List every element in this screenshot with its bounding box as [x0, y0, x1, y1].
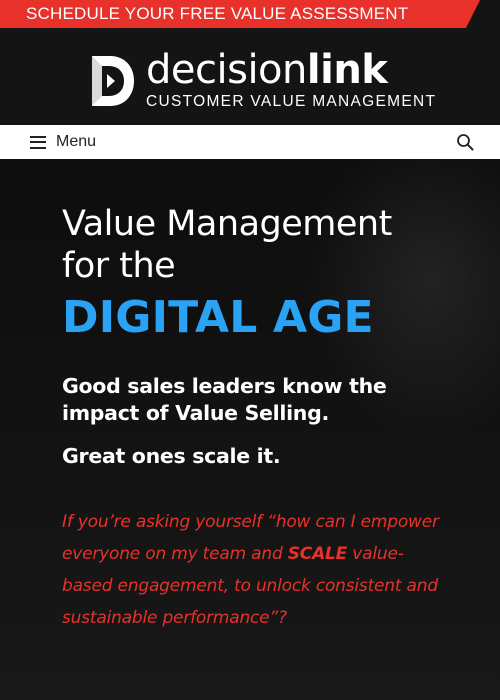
hero-content: Value Management for the DIGITAL AGE Goo…: [62, 203, 462, 634]
hero-question-text: If you’re asking yourself “how can I emp…: [62, 506, 452, 634]
logo-wordmark: decisionlink: [146, 50, 436, 90]
schedule-assessment-banner[interactable]: SCHEDULE YOUR FREE VALUE ASSESSMENT: [0, 0, 480, 28]
site-header: decisionlink CUSTOMER VALUE MANAGEMENT: [0, 28, 500, 125]
nav-bar: Menu: [0, 125, 500, 159]
hero-headline-line2: for the: [62, 246, 176, 286]
logo-wordmark-bold: link: [306, 47, 388, 93]
menu-label: Menu: [56, 133, 97, 150]
logo-tagline: CUSTOMER VALUE MANAGEMENT: [146, 93, 437, 110]
hero-headline-accent: DIGITAL AGE: [62, 292, 374, 343]
hero-headline: Value Management for the DIGITAL AGE: [62, 203, 462, 343]
decisionlink-d-logo-icon: [92, 55, 134, 106]
logo-wordmark-regular: decision: [146, 47, 307, 93]
menu-toggle-button[interactable]: Menu: [30, 133, 96, 151]
question-emphasis: SCALE: [287, 544, 348, 564]
hamburger-icon: [30, 135, 46, 149]
hero-lead-text-2: Great ones scale it.: [62, 444, 281, 468]
hero-section: Value Management for the DIGITAL AGE Goo…: [0, 159, 500, 700]
schedule-assessment-label: SCHEDULE YOUR FREE VALUE ASSESSMENT: [26, 4, 409, 23]
search-icon[interactable]: [456, 133, 474, 151]
hero-headline-line1: Value Management: [62, 204, 392, 244]
hero-lead-text: Good sales leaders know the impact of Va…: [62, 374, 387, 425]
decisionlink-logo[interactable]: decisionlink CUSTOMER VALUE MANAGEMENT: [88, 50, 436, 111]
